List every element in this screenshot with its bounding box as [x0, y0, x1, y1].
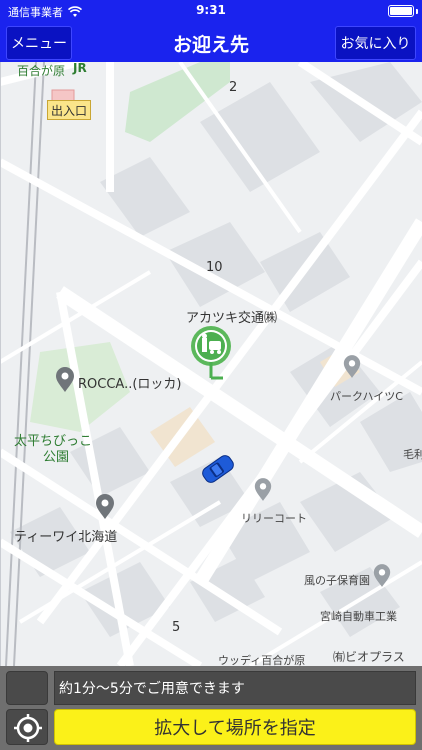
place-pin-icon[interactable]	[253, 478, 273, 502]
mo-label: 毛利	[403, 448, 422, 461]
crosshair-icon	[14, 714, 42, 742]
bottom-panel: 約1分〜5分でご用意できます 拡大して場所を指定	[0, 666, 422, 750]
block-number-2: 2	[229, 80, 238, 95]
battery-icon	[388, 5, 414, 17]
woody-label: ウッディ百合が原	[218, 654, 306, 666]
place-pin-icon[interactable]	[94, 494, 116, 520]
lily-court-label: リリーコート	[241, 512, 307, 525]
block-number-5: 5	[172, 620, 181, 635]
car-icon	[202, 455, 234, 483]
panel-square-button[interactable]	[6, 671, 48, 705]
rocca-label: ROCCA..(ロッカ)	[78, 377, 182, 392]
wait-time-info: 約1分〜5分でご用意できます	[54, 671, 416, 705]
status-bar: 通信事業者 9:31	[0, 0, 422, 22]
current-location-button[interactable]	[6, 709, 48, 745]
map-view[interactable]: 百合が原 JR 出入口 2 10 5 アカツキ交通㈱ ROCCA..(ロッカ) …	[0, 62, 422, 666]
station-name-label: 百合が原	[17, 64, 66, 78]
place-pin-icon[interactable]	[342, 355, 362, 379]
favorites-button[interactable]: お気に入り	[335, 26, 416, 60]
place-pin-icon[interactable]	[372, 564, 392, 588]
place-pin-icon[interactable]	[54, 367, 76, 393]
station-exit-badge: 出入口	[47, 100, 91, 120]
park-name-line2: 公園	[43, 450, 70, 465]
clock: 9:31	[196, 3, 226, 17]
bioplus-label: ㈲ビオプラス	[333, 650, 405, 664]
taxi-station-pin-icon[interactable]	[189, 324, 233, 382]
battery-cap	[416, 9, 418, 14]
tiwai-label: ティーワイ北海道	[14, 530, 118, 545]
zoom-specify-location-button[interactable]: 拡大して場所を指定	[54, 709, 416, 745]
miyazaki-label: 宮崎自動車工業	[320, 610, 397, 623]
park-heights-label: パークハイツC	[330, 390, 403, 403]
jr-logo: JR	[73, 62, 87, 75]
nav-header: メニュー お迎え先 お気に入り	[0, 22, 422, 62]
block-number-10: 10	[206, 260, 223, 275]
nursery-label: 風の子保育園	[304, 574, 370, 587]
